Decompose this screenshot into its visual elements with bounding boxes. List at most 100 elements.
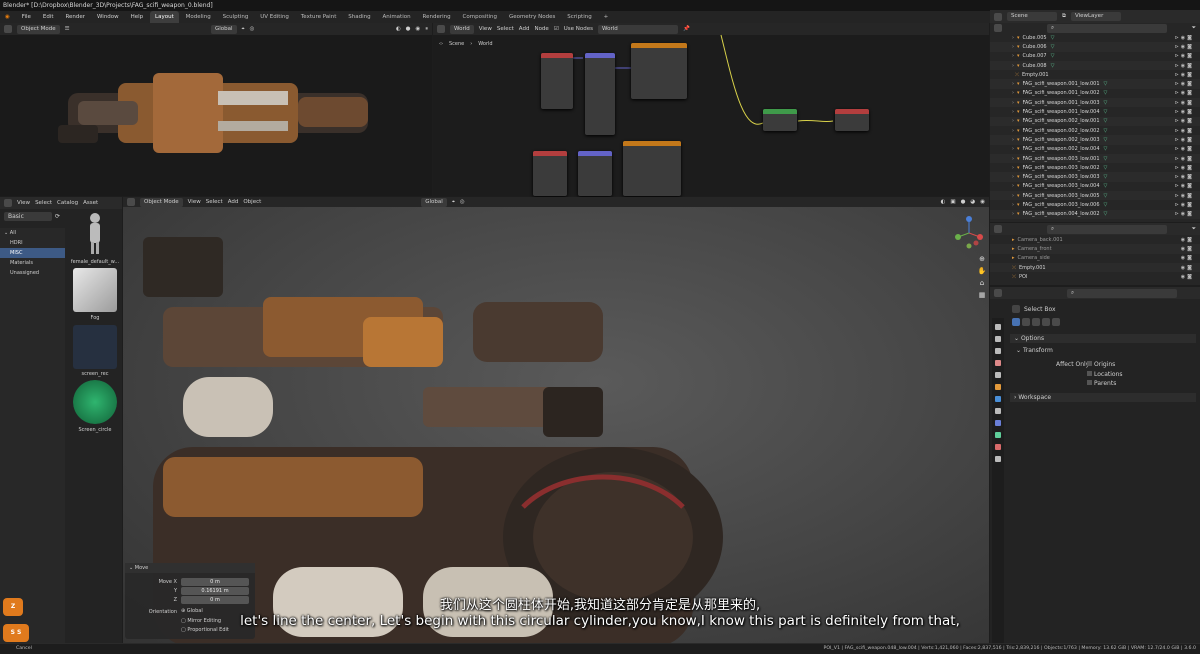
navigation-gizmo[interactable] xyxy=(950,213,988,253)
proportional-icon[interactable]: ◎ xyxy=(460,199,465,205)
tab-sculpting[interactable]: Sculpting xyxy=(218,11,254,23)
outliner-row[interactable]: › ▾ Cube.008 ▽ ⊳◉◙ xyxy=(990,60,1200,71)
orientation-dropdown[interactable]: Global xyxy=(421,197,447,207)
editor-type-icon[interactable] xyxy=(4,25,12,33)
visibility-icon[interactable]: ⊳◉◙ xyxy=(1175,211,1194,217)
transform-subpanel[interactable]: ⌄ Transform xyxy=(1016,346,1053,355)
menu-hamburger-icon[interactable]: ☰ xyxy=(65,26,70,32)
node-environment-texture-2[interactable] xyxy=(623,141,681,196)
properties-tab-icon[interactable] xyxy=(995,432,1001,438)
main-menu-select[interactable]: Select xyxy=(206,199,223,205)
main-menu-view[interactable]: View xyxy=(188,199,201,205)
outliner-row[interactable]: ⤫ Empty.001 ⊳◉◙ xyxy=(990,70,1200,79)
visibility-icon[interactable]: ◉◙ xyxy=(1181,246,1194,252)
visibility-icon[interactable]: ⊳◉◙ xyxy=(1175,165,1194,171)
tab-scripting[interactable]: Scripting xyxy=(562,11,596,23)
node-world-output[interactable] xyxy=(835,109,869,131)
visibility-icon[interactable]: ⊳◉◙ xyxy=(1175,137,1194,143)
asset-thumb-screen-circle[interactable] xyxy=(73,380,117,424)
properties-tab-icon[interactable] xyxy=(995,348,1001,354)
filter-icon[interactable]: ⏷ xyxy=(1192,25,1196,32)
catalog-unassigned[interactable]: Unassigned xyxy=(0,268,65,278)
view-layer-selector[interactable]: ViewLayer xyxy=(1070,12,1121,21)
properties-tab-icon[interactable] xyxy=(995,444,1001,450)
properties-tab-icon[interactable] xyxy=(995,324,1001,330)
outliner2-row[interactable]: ▸ Camera_side ◉◙ xyxy=(990,254,1200,263)
asset-thumb-screen-rec[interactable] xyxy=(73,325,117,369)
properties-tab-icon[interactable] xyxy=(995,408,1001,414)
outliner-row[interactable]: › ▾ FAG_scifi_weapon.001_low.001 ▽ ⊳◉◙ xyxy=(990,79,1200,89)
outliner-row[interactable]: › ▾ Cube.007 ▽ ⊳◉◙ xyxy=(990,52,1200,61)
visibility-icon[interactable]: ⊳◉◙ xyxy=(1175,183,1194,189)
visibility-icon[interactable]: ⊳◉◙ xyxy=(1175,146,1194,152)
outliner-row[interactable]: › ▾ FAG_scifi_weapon.003_low.001 ▽ ⊳◉◙ xyxy=(990,153,1200,164)
outliner-row[interactable]: › ▾ FAG_scifi_weapon.002_low.003 ▽ ⊳◉◙ xyxy=(990,135,1200,145)
origins-checkbox[interactable]: Origins xyxy=(1087,360,1123,370)
shading-material-icon[interactable]: ◕ xyxy=(970,199,975,205)
visibility-icon[interactable]: ⊳◉◙ xyxy=(1175,193,1194,199)
visibility-icon[interactable]: ⊳◉◙ xyxy=(1175,100,1194,106)
outliner-row[interactable]: › ▾ FAG_scifi_weapon.004_low.002 ▽ ⊳◉◙ xyxy=(990,209,1200,219)
shading-render-icon[interactable]: ◉ xyxy=(980,199,985,205)
workspace-panel-header[interactable]: › Workspace xyxy=(1010,393,1196,402)
properties-tab-icon[interactable] xyxy=(995,456,1001,462)
object-mode-dropdown[interactable]: Object Mode xyxy=(140,197,183,207)
add-workspace-button[interactable]: + xyxy=(599,11,614,23)
outliner-row[interactable]: › ▾ FAG_scifi_weapon.002_low.001 ▽ ⊳◉◙ xyxy=(990,116,1200,126)
visibility-icon[interactable]: ◉◙ xyxy=(1181,255,1194,261)
outliner2-row[interactable]: ▸ Camera_back.001 ◉◙ xyxy=(990,235,1200,244)
outliner-secondary[interactable]: ⌕ ⏷ ▸ Camera_back.001 ◉◙ ▸ Camera_front ◉◙ ▸ Ca… xyxy=(990,223,1200,285)
tab-shading[interactable]: Shading xyxy=(343,11,375,23)
select-box-icon[interactable] xyxy=(1012,305,1020,313)
main-menu-add[interactable]: Add xyxy=(228,199,239,205)
mode-invert-icon[interactable] xyxy=(1042,318,1050,326)
visibility-icon[interactable]: ⊳◉◙ xyxy=(1175,35,1194,41)
properties-tab-icon[interactable] xyxy=(995,360,1001,366)
outliner-row[interactable]: › ▾ FAG_scifi_weapon.001_low.004 ▽ ⊳◉◙ xyxy=(990,107,1200,116)
visibility-icon[interactable]: ⊳◉◙ xyxy=(1175,118,1194,124)
outliner-row[interactable]: › ▾ FAG_scifi_weapon.003_low.006 ▽ ⊳◉◙ xyxy=(990,200,1200,209)
shading-solid-icon[interactable]: ● xyxy=(961,199,966,205)
outliner-row[interactable]: › ▾ FAG_scifi_weapon.001_low.003 ▽ ⊳◉◙ xyxy=(990,98,1200,108)
outliner2-row[interactable]: ▸ Camera_front ◉◙ xyxy=(990,244,1200,254)
visibility-icon[interactable]: ⊳◉◙ xyxy=(1175,44,1194,50)
blender-logo-icon[interactable]: ◉ xyxy=(0,11,15,23)
move-x-field[interactable]: 0 m xyxy=(181,578,249,586)
outliner-row[interactable]: › ▾ FAG_scifi_weapon.003_low.002 ▽ ⊳◉◙ xyxy=(990,163,1200,172)
node-mapping[interactable] xyxy=(585,53,615,135)
outliner-row[interactable]: › ▾ FAG_scifi_weapon.003_low.005 ▽ ⊳◉◙ xyxy=(990,191,1200,201)
tab-texture-paint[interactable]: Texture Paint xyxy=(296,11,342,23)
pause-icon[interactable]: ⏸ xyxy=(425,26,428,33)
properties-tab-icon[interactable] xyxy=(995,336,1001,342)
options-panel-header[interactable]: ⌄ Options xyxy=(1010,334,1196,343)
outliner-row[interactable]: › ▾ FAG_scifi_weapon.002_low.004 ▽ ⊳◉◙ xyxy=(990,145,1200,154)
editor-type-icon[interactable] xyxy=(994,289,1002,297)
visibility-icon[interactable]: ⊳◉◙ xyxy=(1175,81,1194,87)
outliner2-row[interactable]: ⤫ POI ◉◙ xyxy=(990,272,1200,281)
pan-hand-icon[interactable]: ✋ xyxy=(975,265,989,277)
overlay-icon[interactable]: ◐ xyxy=(396,26,401,32)
outliner-row[interactable]: › ▾ FAG_scifi_weapon.003_low.004 ▽ ⊳◉◙ xyxy=(990,182,1200,191)
visibility-icon[interactable]: ◉◙ xyxy=(1181,274,1194,280)
camera-view-icon[interactable]: ⌂ xyxy=(975,277,989,289)
parents-checkbox[interactable]: Parents xyxy=(1087,379,1123,389)
visibility-icon[interactable]: ⊳◉◙ xyxy=(1175,53,1194,59)
mode-set-icon[interactable] xyxy=(1012,318,1020,326)
node-texture-coordinate-2[interactable] xyxy=(533,151,567,196)
mode-subtract-icon[interactable] xyxy=(1032,318,1040,326)
outliner-row[interactable]: › ▾ FAG_scifi_weapon.001_low.002 ▽ ⊳◉◙ xyxy=(990,89,1200,98)
tab-uv-editing[interactable]: UV Editing xyxy=(255,11,294,23)
menu-help[interactable]: Help xyxy=(126,11,149,23)
editor-type-icon[interactable] xyxy=(994,225,1002,233)
outliner-search-input[interactable]: ⌕ xyxy=(1047,23,1167,33)
menu-window[interactable]: Window xyxy=(92,11,124,23)
properties-tab-icon[interactable] xyxy=(995,396,1001,402)
node-texture-coordinate[interactable] xyxy=(541,53,573,109)
properties-editor[interactable]: ⌕ Select Box ⌄ Options ⌄ Transform Affec… xyxy=(990,287,1200,653)
tab-geometry-nodes[interactable]: Geometry Nodes xyxy=(504,11,560,23)
visibility-icon[interactable]: ⊳◉◙ xyxy=(1175,63,1194,69)
asset-library-dropdown[interactable]: Basic xyxy=(4,212,52,221)
object-mode-dropdown[interactable]: Object Mode xyxy=(17,24,60,34)
properties-tab-icon[interactable] xyxy=(995,384,1001,390)
orientation-dropdown[interactable]: Global xyxy=(210,24,237,34)
